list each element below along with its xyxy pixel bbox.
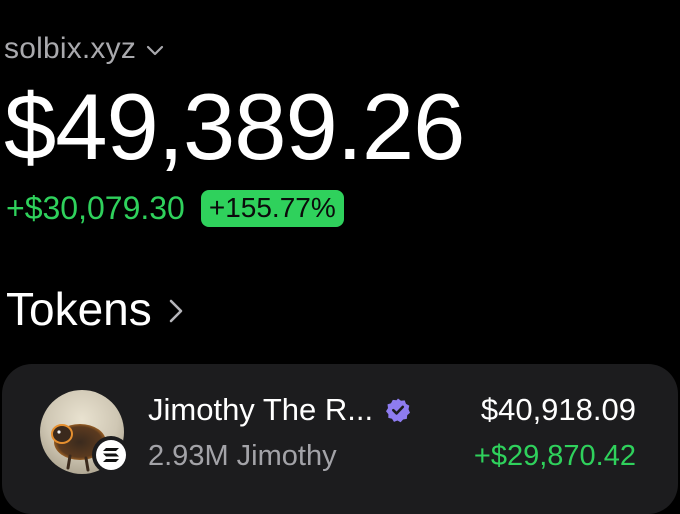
change-amount: +$30,079.30 (6, 190, 185, 226)
chevron-down-icon (146, 45, 164, 57)
portfolio-balance: $49,389.26 (4, 74, 465, 179)
token-name-row: Jimothy The R... (148, 392, 411, 428)
chevron-right-icon (168, 297, 184, 325)
account-name: solbix.xyz (4, 32, 137, 65)
tokens-title: Tokens (6, 283, 152, 335)
token-amount: 2.93M Jimothy (148, 440, 337, 472)
token-row[interactable]: Jimothy The R... 2.93M Jimothy $40,918.0… (2, 364, 678, 514)
solana-icon (92, 436, 130, 474)
token-value: $40,918.09 (480, 392, 636, 427)
token-change: +$29,870.42 (473, 440, 636, 472)
verified-badge-icon (385, 397, 411, 423)
account-selector[interactable]: solbix.xyz (4, 32, 164, 66)
token-name: Jimothy The R... (148, 392, 374, 427)
portfolio-change: +$30,079.30 +155.77% (6, 190, 344, 227)
change-percent-badge: +155.77% (200, 190, 344, 227)
tokens-section-header[interactable]: Tokens (6, 282, 184, 336)
